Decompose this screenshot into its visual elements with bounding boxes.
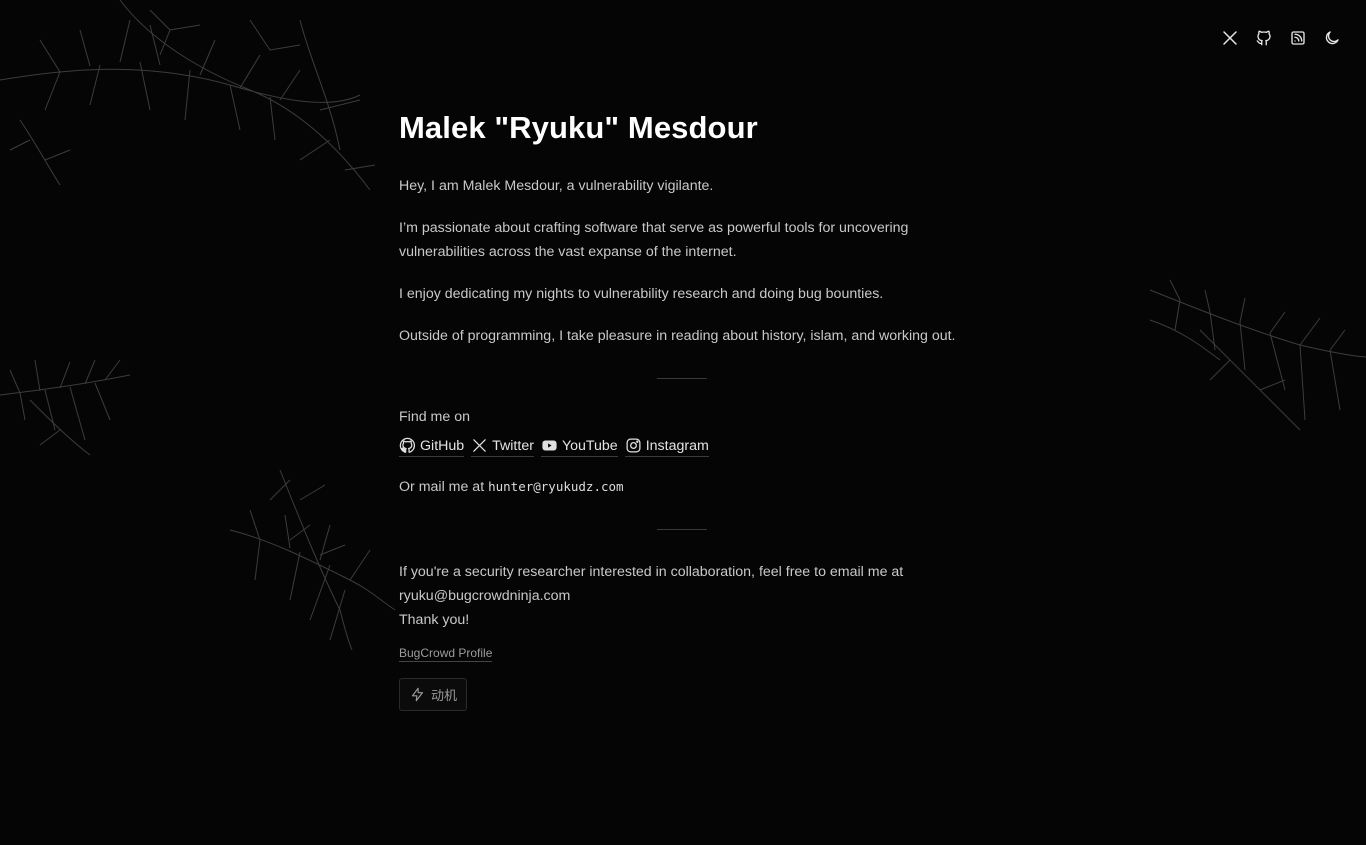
page-title: Malek "Ryuku" Mesdour bbox=[399, 110, 758, 145]
github-icon bbox=[399, 437, 416, 453]
instagram-link-label: Instagram bbox=[645, 437, 709, 454]
youtube-link[interactable]: YouTube bbox=[540, 437, 618, 457]
youtube-link-label: YouTube bbox=[561, 437, 618, 454]
github-link[interactable]: GitHub bbox=[399, 437, 465, 457]
github-link-label: GitHub bbox=[420, 437, 465, 454]
mail-prefix: Or mail me at bbox=[399, 479, 489, 495]
x-twitter-icon bbox=[473, 439, 486, 452]
instagram-icon bbox=[626, 438, 641, 453]
collab-email: ryuku@bugcrowdninja.com bbox=[399, 588, 571, 604]
x-twitter-icon[interactable] bbox=[1220, 28, 1240, 48]
twitter-link[interactable]: Twitter bbox=[471, 437, 534, 457]
top-nav bbox=[1220, 28, 1342, 48]
github-icon[interactable] bbox=[1254, 28, 1274, 48]
mail-address[interactable]: hunter@ryukudz.com bbox=[488, 479, 623, 494]
instagram-link[interactable]: Instagram bbox=[624, 437, 709, 457]
bugcrowd-profile-link[interactable]: BugCrowd Profile bbox=[399, 646, 493, 662]
lightning-icon bbox=[411, 687, 424, 702]
collab-line-1: If you're a security researcher interest… bbox=[399, 564, 904, 580]
intro-paragraph-2: I’m passionate about crafting software t… bbox=[399, 220, 909, 260]
social-links: GitHub Twitter YouTube Instagram bbox=[399, 437, 964, 457]
motive-button[interactable]: 动机 bbox=[399, 678, 468, 711]
motive-label: 动机 bbox=[431, 689, 458, 704]
intro-paragraph-3: I enjoy dedicating my nights to vulnerab… bbox=[399, 286, 884, 302]
intro-paragraph-1: Hey, I am Malek Mesdour, a vulnerability… bbox=[399, 178, 714, 194]
divider bbox=[656, 378, 707, 379]
youtube-icon bbox=[542, 440, 557, 451]
intro-paragraph-4: Outside of programming, I take pleasure … bbox=[399, 328, 956, 344]
rss-icon[interactable] bbox=[1288, 28, 1308, 48]
divider bbox=[656, 529, 707, 530]
mail-line: Or mail me at hunter@ryukudz.com bbox=[399, 475, 964, 499]
find-me-label: Find me on bbox=[399, 409, 470, 425]
main-content: Malek "Ryuku" Mesdour Hey, I am Malek Me… bbox=[399, 110, 964, 711]
thank-you-text: Thank you! bbox=[399, 612, 470, 628]
collaboration-note: If you're a security researcher interest… bbox=[399, 560, 964, 632]
moon-icon[interactable] bbox=[1322, 28, 1342, 48]
twitter-link-label: Twitter bbox=[492, 437, 534, 454]
